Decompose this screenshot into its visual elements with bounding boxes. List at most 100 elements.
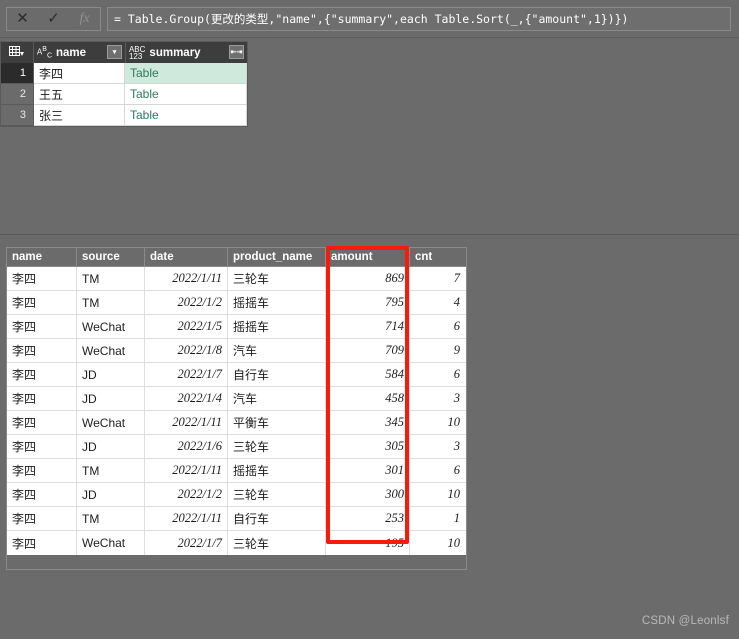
cell-date[interactable]: 2022/1/11: [145, 459, 228, 482]
cell-source[interactable]: WeChat: [77, 531, 145, 555]
cell-name[interactable]: 王五: [34, 84, 125, 105]
cell-amount[interactable]: 195: [326, 531, 410, 555]
cell-product-name[interactable]: 自行车: [228, 507, 326, 530]
cell-name[interactable]: 李四: [7, 315, 77, 338]
cell-source[interactable]: JD: [77, 363, 145, 386]
table-row[interactable]: 李四 JD 2022/1/2 三轮车 300 10: [7, 483, 466, 507]
table-row[interactable]: 李四 WeChat 2022/1/5 摇摇车 714 6: [7, 315, 466, 339]
cell-amount[interactable]: 458: [326, 387, 410, 410]
cell-name[interactable]: 李四: [7, 435, 77, 458]
cell-source[interactable]: TM: [77, 267, 145, 290]
table-row[interactable]: 李四 JD 2022/1/6 三轮车 305 3: [7, 435, 466, 459]
cell-name[interactable]: 张三: [34, 105, 125, 126]
cell-product-name[interactable]: 三轮车: [228, 435, 326, 458]
cell-product-name[interactable]: 摇摇车: [228, 315, 326, 338]
cell-amount[interactable]: 253: [326, 507, 410, 530]
table-row[interactable]: 李四 JD 2022/1/7 自行车 584 6: [7, 363, 466, 387]
cell-cnt[interactable]: 10: [410, 531, 465, 555]
cell-product-name[interactable]: 汽车: [228, 339, 326, 362]
cell-product-name[interactable]: 三轮车: [228, 531, 326, 555]
cell-product-name[interactable]: 三轮车: [228, 267, 326, 290]
cell-summary[interactable]: Table: [125, 105, 247, 126]
row-number[interactable]: 2: [1, 84, 34, 105]
select-all-corner-button[interactable]: [1, 42, 34, 63]
cell-date[interactable]: 2022/1/5: [145, 315, 228, 338]
cell-cnt[interactable]: 9: [410, 339, 465, 362]
cell-source[interactable]: TM: [77, 507, 145, 530]
detail-column-header-source[interactable]: source: [77, 248, 145, 266]
cell-cnt[interactable]: 6: [410, 363, 465, 386]
cell-source[interactable]: WeChat: [77, 315, 145, 338]
table-row[interactable]: 2 王五 Table: [1, 84, 247, 105]
cell-name[interactable]: 李四: [34, 63, 125, 84]
cell-name[interactable]: 李四: [7, 459, 77, 482]
cell-product-name[interactable]: 三轮车: [228, 483, 326, 506]
detail-column-header-product-name[interactable]: product_name: [228, 248, 326, 266]
cell-amount[interactable]: 301: [326, 459, 410, 482]
cell-product-name[interactable]: 自行车: [228, 363, 326, 386]
cell-amount[interactable]: 714: [326, 315, 410, 338]
table-row[interactable]: 李四 WeChat 2022/1/8 汽车 709 9: [7, 339, 466, 363]
column-header-summary[interactable]: ABC 123 summary ⇤⇥: [125, 42, 247, 63]
detail-column-header-date[interactable]: date: [145, 248, 228, 266]
cell-cnt[interactable]: 10: [410, 483, 465, 506]
cell-cnt[interactable]: 3: [410, 435, 465, 458]
row-number[interactable]: 1: [1, 63, 34, 84]
cell-amount[interactable]: 869: [326, 267, 410, 290]
table-row[interactable]: 李四 TM 2022/1/11 三轮车 869 7: [7, 267, 466, 291]
cell-date[interactable]: 2022/1/7: [145, 531, 228, 555]
cell-name[interactable]: 李四: [7, 363, 77, 386]
cell-date[interactable]: 2022/1/2: [145, 483, 228, 506]
cell-source[interactable]: JD: [77, 435, 145, 458]
accept-formula-button[interactable]: ✓: [38, 8, 69, 30]
expand-columns-icon[interactable]: ⇤⇥: [229, 45, 244, 59]
cell-date[interactable]: 2022/1/2: [145, 291, 228, 314]
cell-name[interactable]: 李四: [7, 411, 77, 434]
cell-amount[interactable]: 305: [326, 435, 410, 458]
cell-product-name[interactable]: 平衡车: [228, 411, 326, 434]
cell-summary[interactable]: Table: [125, 84, 247, 105]
cell-name[interactable]: 李四: [7, 387, 77, 410]
table-row[interactable]: 李四 TM 2022/1/11 摇摇车 301 6: [7, 459, 466, 483]
cell-date[interactable]: 2022/1/6: [145, 435, 228, 458]
chevron-down-icon[interactable]: ▾: [106, 45, 122, 59]
cell-date[interactable]: 2022/1/8: [145, 339, 228, 362]
table-row[interactable]: 李四 WeChat 2022/1/11 平衡车 345 10: [7, 411, 466, 435]
cell-amount[interactable]: 300: [326, 483, 410, 506]
cell-source[interactable]: TM: [77, 459, 145, 482]
cell-date[interactable]: 2022/1/11: [145, 411, 228, 434]
detail-column-header-cnt[interactable]: cnt: [410, 248, 465, 266]
cell-cnt[interactable]: 3: [410, 387, 465, 410]
detail-column-header-name[interactable]: name: [7, 248, 77, 266]
cancel-formula-button[interactable]: ✕: [7, 8, 38, 30]
table-row[interactable]: 李四 JD 2022/1/4 汽车 458 3: [7, 387, 466, 411]
cell-name[interactable]: 李四: [7, 339, 77, 362]
table-row[interactable]: 李四 TM 2022/1/2 摇摇车 795 4: [7, 291, 466, 315]
cell-date[interactable]: 2022/1/7: [145, 363, 228, 386]
cell-cnt[interactable]: 1: [410, 507, 465, 530]
table-row[interactable]: 李四 WeChat 2022/1/7 三轮车 195 10: [7, 531, 466, 555]
cell-source[interactable]: WeChat: [77, 411, 145, 434]
cell-name[interactable]: 李四: [7, 507, 77, 530]
cell-cnt[interactable]: 6: [410, 459, 465, 482]
cell-summary[interactable]: Table: [125, 63, 247, 84]
cell-date[interactable]: 2022/1/11: [145, 507, 228, 530]
detail-column-header-amount[interactable]: amount: [326, 248, 410, 266]
cell-name[interactable]: 李四: [7, 483, 77, 506]
cell-cnt[interactable]: 4: [410, 291, 465, 314]
cell-date[interactable]: 2022/1/4: [145, 387, 228, 410]
cell-amount[interactable]: 584: [326, 363, 410, 386]
cell-source[interactable]: JD: [77, 483, 145, 506]
cell-source[interactable]: JD: [77, 387, 145, 410]
cell-cnt[interactable]: 10: [410, 411, 465, 434]
cell-name[interactable]: 李四: [7, 291, 77, 314]
fx-icon[interactable]: fx: [69, 8, 100, 30]
formula-input[interactable]: = Table.Group(更改的类型,"name",{"summary",ea…: [107, 6, 731, 31]
cell-product-name[interactable]: 摇摇车: [228, 459, 326, 482]
cell-cnt[interactable]: 7: [410, 267, 465, 290]
cell-source[interactable]: TM: [77, 291, 145, 314]
cell-source[interactable]: WeChat: [77, 339, 145, 362]
cell-product-name[interactable]: 摇摇车: [228, 291, 326, 314]
cell-name[interactable]: 李四: [7, 531, 77, 555]
column-header-name[interactable]: ABC name ▾: [33, 42, 126, 63]
